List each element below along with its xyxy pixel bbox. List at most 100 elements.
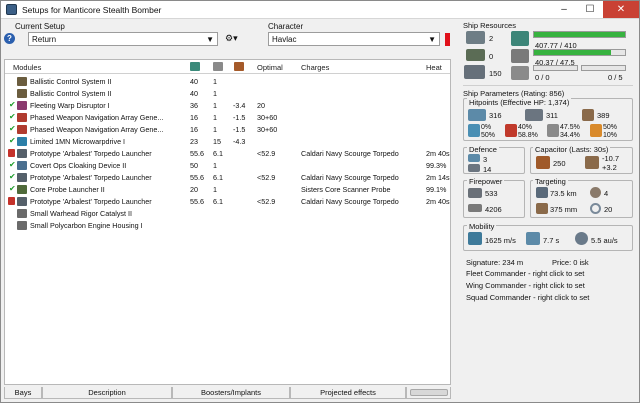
- defence-shield: 3: [483, 155, 488, 164]
- module-heat: 99.3%: [426, 161, 447, 170]
- setup-select-value: Return: [32, 34, 57, 44]
- overheat-icon[interactable]: [8, 197, 15, 205]
- shield-regen-icon: [468, 154, 480, 162]
- setup-tools-icon[interactable]: ⚙▾: [225, 33, 243, 45]
- table-row[interactable]: ✔ Limited 1MN Microwarpdrive I 23 15 -4.3: [5, 136, 450, 148]
- module-optimal: 30+60: [257, 125, 278, 134]
- capacitor-delta-icon: [585, 156, 599, 169]
- setup-select[interactable]: Return ▼: [28, 32, 218, 46]
- module-icon: [17, 197, 27, 206]
- module-optimal: 30+60: [257, 113, 278, 122]
- module-power: 6.1: [213, 173, 223, 182]
- max-targets-icon: [590, 187, 601, 198]
- table-row[interactable]: ✔ Phased Weapon Navigation Array Gene... 1…: [5, 124, 450, 136]
- module-cap: -4.3: [233, 137, 246, 146]
- power-col-icon: [213, 62, 223, 71]
- module-cpu: 55.6: [190, 173, 204, 182]
- table-row[interactable]: ✔ Covert Ops Cloaking Device II 50 1 99.3%: [5, 160, 450, 172]
- capacitor-col-icon: [234, 62, 244, 71]
- em-resist-icon: [468, 124, 480, 137]
- table-row[interactable]: Prototype 'Arbalest' Torpedo Launcher 55.…: [5, 148, 450, 160]
- cpu-col-icon: [190, 62, 200, 71]
- active-check-icon[interactable]: ✔: [9, 124, 16, 133]
- table-row[interactable]: Small Warhead Rigor Catalyst II: [5, 208, 450, 220]
- signature-radius: Signature: 234 m: [466, 258, 524, 267]
- active-check-icon[interactable]: ✔: [9, 160, 16, 169]
- module-cpu: 40: [190, 77, 198, 86]
- targeting-title: Targeting: [533, 177, 568, 186]
- module-icon: [17, 149, 27, 158]
- table-row[interactable]: ✔ Phased Weapon Navigation Array Gene... 1…: [5, 112, 450, 124]
- tab-projected-effects[interactable]: Projected effects: [290, 387, 406, 399]
- ship-resources-title: Ship Resources: [463, 21, 516, 30]
- module-cpu: 23: [190, 137, 198, 146]
- active-check-icon[interactable]: ✔: [9, 184, 16, 193]
- capacitor-title: Capacitor (Lasts: 30s): [533, 145, 611, 154]
- module-name: Covert Ops Cloaking Device II: [30, 161, 127, 170]
- module-charges: Caldari Navy Scourge Torpedo: [301, 149, 399, 158]
- table-row[interactable]: Ballistic Control System II 40 1: [5, 88, 450, 100]
- armor-hp: 311: [546, 111, 558, 120]
- module-power: 1: [213, 125, 217, 134]
- module-name: Fleeting Warp Disruptor I: [30, 101, 110, 110]
- capacitor-use: -10.7: [602, 154, 620, 163]
- volley-icon: [468, 204, 482, 212]
- help-icon[interactable]: ?: [4, 33, 15, 44]
- target-range: 73.5 km: [550, 189, 577, 198]
- table-row[interactable]: ✔ Prototype 'Arbalest' Torpedo Launcher 55…: [5, 172, 450, 184]
- modules-list[interactable]: Modules Optimal Charges Heat Ballistic C…: [4, 59, 451, 385]
- overheat-icon[interactable]: [8, 149, 15, 157]
- align-time-icon: [526, 232, 540, 245]
- module-power: 1: [213, 101, 217, 110]
- character-select-value: Havlac: [272, 34, 297, 44]
- active-check-icon[interactable]: ✔: [9, 136, 16, 145]
- explosive-resist-icon: [590, 124, 602, 137]
- power-bar: [533, 49, 626, 56]
- thermal-resist-armor: 58.8%: [518, 132, 538, 139]
- active-check-icon[interactable]: ✔: [9, 100, 16, 109]
- module-power: 15: [213, 137, 221, 146]
- module-name: Small Polycarbon Engine Housing I: [30, 221, 143, 230]
- warp-speed-icon: [575, 232, 588, 245]
- active-check-icon[interactable]: ✔: [9, 112, 16, 121]
- kinetic-resist-shield: 47.5%: [560, 124, 580, 131]
- launcher-hardpoint-icon: [466, 49, 485, 61]
- module-icon: [17, 161, 27, 170]
- tab-bays[interactable]: Bays: [4, 387, 42, 399]
- wing-commander[interactable]: Wing Commander - right click to set: [466, 281, 585, 290]
- tab-scroll[interactable]: [406, 387, 451, 399]
- col-charges: Charges: [301, 63, 330, 72]
- module-icon: [17, 113, 27, 122]
- character-select[interactable]: Havlac ▼: [268, 32, 440, 46]
- col-optimal: Optimal: [257, 63, 283, 72]
- module-name: Prototype 'Arbalest' Torpedo Launcher: [30, 149, 152, 158]
- table-row[interactable]: ✔ Core Probe Launcher II 20 1 Sisters Core S…: [5, 184, 450, 196]
- table-row[interactable]: Prototype 'Arbalest' Torpedo Launcher 55.…: [5, 196, 450, 208]
- thermal-resist-shield: 40%: [518, 124, 533, 131]
- tab-boosters-implants[interactable]: Boosters/Implants: [172, 387, 290, 399]
- module-optimal: 20: [257, 101, 265, 110]
- table-row[interactable]: Small Polycarbon Engine Housing I: [5, 220, 450, 232]
- module-cpu: 40: [190, 89, 198, 98]
- module-power: 1: [213, 185, 217, 194]
- module-heat: 2m 14s: [426, 173, 450, 182]
- max-targets: 4: [604, 189, 609, 198]
- thermal-resist-icon: [505, 124, 517, 137]
- module-optimal: <52.9: [257, 197, 276, 206]
- chevron-down-icon: ▼: [206, 35, 214, 44]
- module-heat: 2m 40s: [426, 197, 450, 206]
- table-row[interactable]: Ballistic Control System II 40 1: [5, 76, 450, 88]
- explosive-resist-shield: 50%: [603, 124, 618, 131]
- capacitor-regen: +3.2: [602, 163, 617, 172]
- scan-resolution: 375 mm: [550, 205, 578, 214]
- module-cpu: 16: [190, 113, 198, 122]
- fleet-commander[interactable]: Fleet Commander - right click to set: [466, 269, 584, 278]
- tab-description[interactable]: Description: [42, 387, 172, 399]
- firepower-title: Firepower: [467, 177, 505, 186]
- table-row[interactable]: ✔ Fleeting Warp Disruptor I 36 1 -3.4 20: [5, 100, 450, 112]
- module-name: Ballistic Control System II: [30, 77, 112, 86]
- module-icon: [17, 77, 27, 86]
- squad-commander[interactable]: Squad Commander - right click to set: [466, 293, 589, 302]
- target-range-icon: [536, 187, 548, 198]
- active-check-icon[interactable]: ✔: [9, 172, 16, 181]
